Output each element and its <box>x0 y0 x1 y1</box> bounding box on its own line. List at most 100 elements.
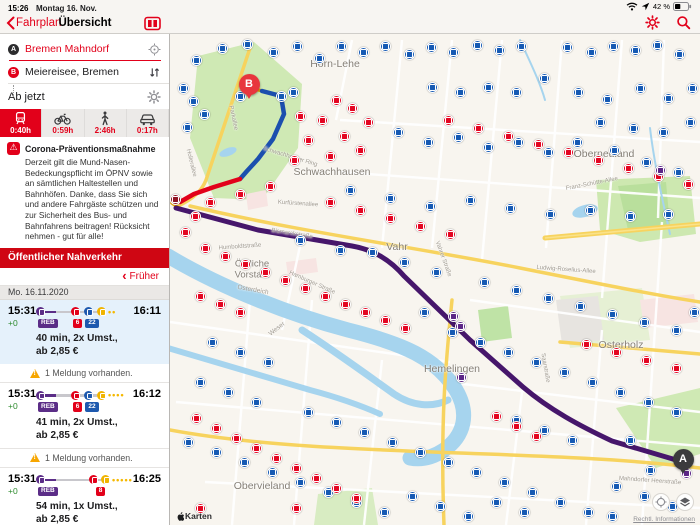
map-stop-bus[interactable] <box>471 39 483 51</box>
map-stop-bus[interactable] <box>585 46 597 58</box>
map-stop-bus[interactable] <box>334 244 346 256</box>
map-stop-tram[interactable] <box>362 116 374 128</box>
map-stop-bus[interactable] <box>610 480 622 492</box>
map-stop-tram[interactable] <box>444 228 456 240</box>
departure-time-row[interactable]: Ab jetzt <box>0 84 169 109</box>
map-stop-bus[interactable] <box>358 426 370 438</box>
map-stop-bus[interactable] <box>662 92 674 104</box>
map-stop-tram[interactable] <box>279 274 291 286</box>
map-stop-bus[interactable] <box>406 490 418 502</box>
map-stop-tram[interactable] <box>234 306 246 318</box>
map-stop-bus[interactable] <box>566 434 578 446</box>
map-stop-tram[interactable] <box>610 346 622 358</box>
map-stop-tram[interactable] <box>346 102 358 114</box>
settings-button[interactable] <box>645 15 661 31</box>
map-canvas[interactable]: Horn-Lehe Schwachhausen Oberneuland Östlich… <box>170 34 700 525</box>
map-stop-bus[interactable] <box>554 496 566 508</box>
map-stop-bus[interactable] <box>518 506 530 518</box>
map-stop-tram[interactable] <box>414 220 426 232</box>
map-stop-bus[interactable] <box>294 234 306 246</box>
tab-walk[interactable]: 2:46h <box>84 109 127 137</box>
map-stop-tram[interactable] <box>234 188 246 200</box>
map-stop-bus[interactable] <box>538 72 550 84</box>
map-stop-tram[interactable] <box>354 204 366 216</box>
map-stop-bus[interactable] <box>672 166 684 178</box>
map-stop-bus[interactable] <box>418 306 430 318</box>
map-stop-bus[interactable] <box>572 86 584 98</box>
map-stop-tram[interactable] <box>259 266 271 278</box>
map-stop-bus[interactable] <box>574 300 586 312</box>
map-stop-bus[interactable] <box>586 376 598 388</box>
map-stop-bus[interactable] <box>366 246 378 258</box>
map-stop-bus[interactable] <box>634 82 646 94</box>
map-stop-tram[interactable] <box>324 196 336 208</box>
map-stop-train[interactable] <box>454 320 466 332</box>
map-stop-bus[interactable] <box>584 204 596 216</box>
map-stop-bus[interactable] <box>478 276 490 288</box>
map-stop-bus[interactable] <box>238 456 250 468</box>
map-stop-tram[interactable] <box>399 322 411 334</box>
map-stop-tram[interactable] <box>670 362 682 374</box>
map-stop-bus[interactable] <box>430 266 442 278</box>
map-stop-bus[interactable] <box>442 456 454 468</box>
map-stop-bus[interactable] <box>644 464 656 476</box>
map-stop-tram[interactable] <box>640 354 652 366</box>
map-stop-tram[interactable] <box>264 180 276 192</box>
map-stop-bus[interactable] <box>642 396 654 408</box>
map-stop-bus[interactable] <box>241 38 253 50</box>
map-stop-tram[interactable] <box>384 212 396 224</box>
map-stop-bus[interactable] <box>673 48 685 60</box>
tab-transit[interactable]: 0:40h <box>0 109 43 137</box>
map-stop-bus[interactable] <box>470 466 482 478</box>
map-stop-tram[interactable] <box>330 94 342 106</box>
map-mode-button[interactable] <box>676 493 694 511</box>
locate-button[interactable] <box>652 493 670 511</box>
map-stop-bus[interactable] <box>504 202 516 214</box>
map-stop-tram[interactable] <box>310 472 322 484</box>
map-stop-bus[interactable] <box>384 192 396 204</box>
map-stop-bus[interactable] <box>379 40 391 52</box>
map-stop-tram[interactable] <box>324 150 336 162</box>
map-stop-tram[interactable] <box>442 114 454 126</box>
map-stop-bus[interactable] <box>627 122 639 134</box>
map-stop-tram[interactable] <box>354 144 366 156</box>
journey-row[interactable]: 15:31 +0 •••• REB 6 22 16:12 41 min, 2x Um… <box>0 383 169 449</box>
search-button[interactable] <box>676 15 692 31</box>
map-stop-bus[interactable] <box>544 208 556 220</box>
journey-row[interactable]: 15:31 +0 ••••• REB 8 16:25 54 min, 1x Ums… <box>0 468 169 525</box>
map-stop-bus[interactable] <box>502 346 514 358</box>
map-stop-tram[interactable] <box>219 250 231 262</box>
map-stop-tram[interactable] <box>580 338 592 350</box>
map-stop-tram[interactable] <box>682 178 694 190</box>
map-stop-tram[interactable] <box>330 482 342 494</box>
map-stop-bus[interactable] <box>177 82 189 94</box>
map-stop-tram[interactable] <box>294 110 306 122</box>
map-stop-bus[interactable] <box>216 42 228 54</box>
map-stop-bus[interactable] <box>462 510 474 522</box>
swap-direction-icon[interactable] <box>148 66 161 79</box>
map-stop-train[interactable] <box>455 371 467 383</box>
map-stop-bus[interactable] <box>210 446 222 458</box>
origin-field[interactable]: A Bremen Mahndorf <box>0 38 169 60</box>
map-stop-tram[interactable] <box>239 258 251 270</box>
map-stop-tram[interactable] <box>359 306 371 318</box>
map-stop-bus[interactable] <box>386 436 398 448</box>
map-stop-bus[interactable] <box>187 95 199 107</box>
map-stop-train[interactable] <box>654 164 666 176</box>
map-stop-bus[interactable] <box>542 292 554 304</box>
map-stop-bus[interactable] <box>267 46 279 58</box>
map-stop-bus[interactable] <box>670 406 682 418</box>
map-stop-bus[interactable] <box>182 436 194 448</box>
map-stop-bus[interactable] <box>512 136 524 148</box>
map-stop-bus[interactable] <box>447 46 459 58</box>
map-stop-bus[interactable] <box>335 40 347 52</box>
destination-field[interactable]: B Meiereisee, Bremen <box>0 61 169 83</box>
map-stop-tram[interactable] <box>290 502 302 514</box>
map-stop-bus[interactable] <box>662 208 674 220</box>
earlier-button[interactable]: ‹ Früher <box>0 268 169 286</box>
map-stop-bus[interactable] <box>624 434 636 446</box>
map-stop-bus[interactable] <box>302 406 314 418</box>
map-stop-bus[interactable] <box>558 366 570 378</box>
map-stop-bus[interactable] <box>222 386 234 398</box>
map-stop-tram[interactable] <box>490 410 502 422</box>
